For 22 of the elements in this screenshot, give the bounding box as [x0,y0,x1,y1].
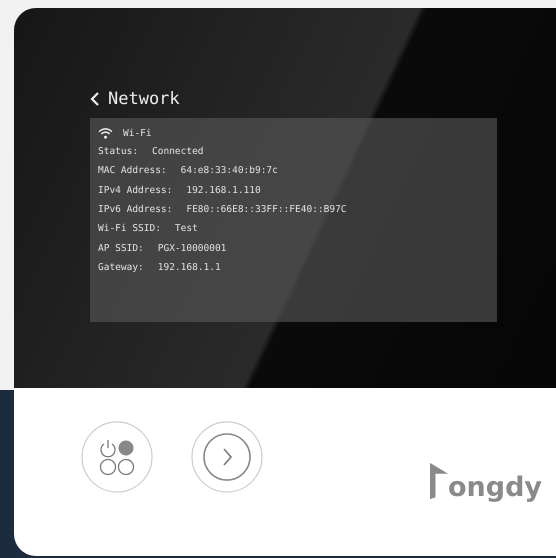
screen-title: Network [108,89,180,109]
brand-name: ongdy [448,474,542,501]
info-value: PGX-10000001 [158,242,226,254]
info-label: Wi-Fi SSID: [98,223,161,234]
info-value: FE80::66E8::33FF::FE40::B97C [186,204,347,216]
info-label: AP SSID: [98,242,144,254]
wifi-icon [98,128,113,138]
info-value: Test [174,223,198,234]
info-value: 64:e8:33:40:b9:7c [180,165,278,176]
info-value: 192.168.1.1 [158,262,221,273]
next-button[interactable] [190,420,264,494]
info-label: Gateway: [98,262,144,273]
info-value: Connected [152,146,204,158]
section-label: Wi-Fi [123,128,152,138]
info-label: IPv6 Address: [98,204,172,216]
info-label: MAC Address: [98,165,167,176]
info-label: IPv4 Address: [98,184,172,196]
menu-button[interactable] [80,420,154,494]
info-value: 192.168.1.110 [186,184,261,196]
info-label: Status: [98,146,138,158]
back-icon[interactable] [90,91,100,107]
logo-mark-icon [430,461,450,501]
